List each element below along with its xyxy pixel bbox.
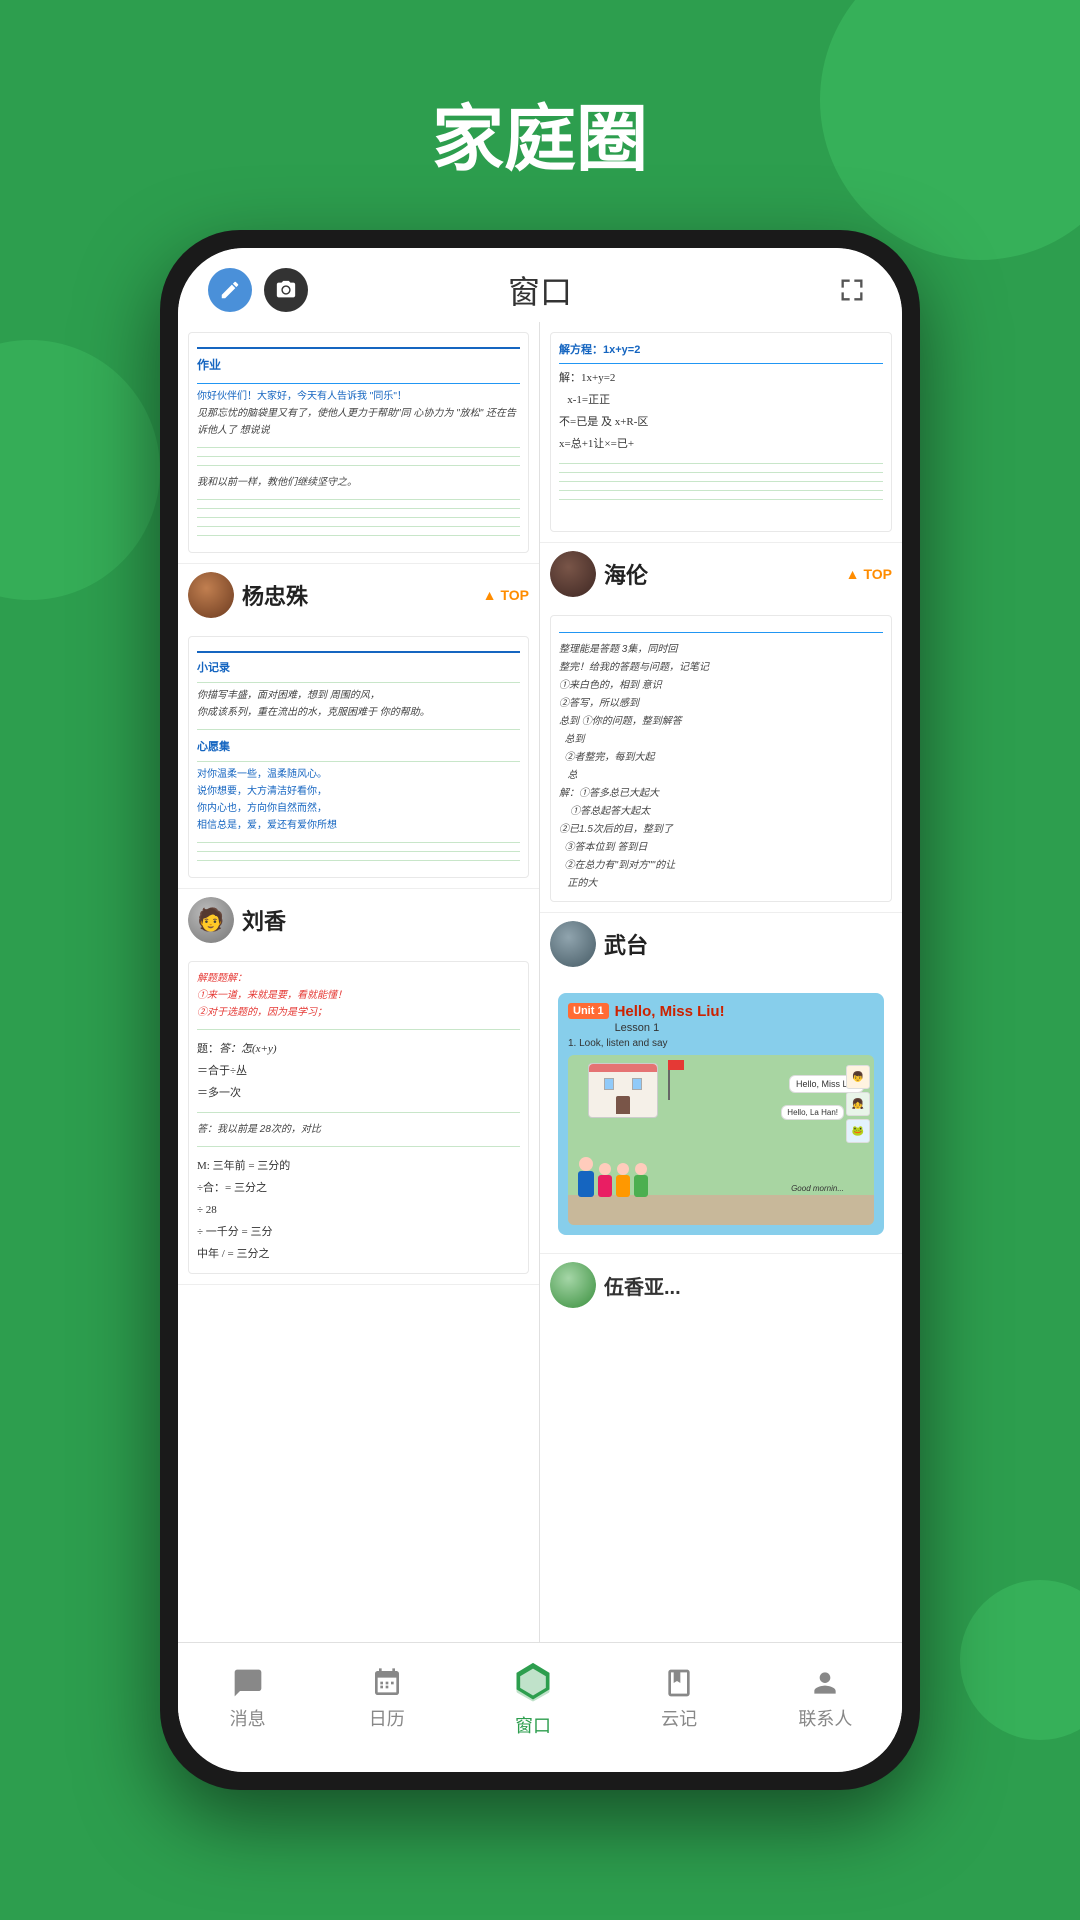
nav-item-cloudnotes[interactable]: 云记 xyxy=(659,1665,699,1731)
top-label-hailun: TOP xyxy=(863,566,892,582)
avatar-liuxiang: 🧑 xyxy=(188,897,234,943)
textbook-instruction: 1. Look, listen and say xyxy=(568,1038,874,1049)
nav-label-calendar: 日历 xyxy=(369,1705,405,1731)
username-hailun: 海伦 xyxy=(604,558,648,590)
note-image-yangzhongzhu: 作业 你好伙伴们！大家好，今天有人告诉我 "同乐"！ 见那忘忧的脑袋里又有了，使… xyxy=(188,332,529,553)
username-wutai: 武台 xyxy=(604,928,648,960)
user-row-partial[interactable]: 伍香亚... xyxy=(540,1254,902,1316)
top-arrow-icon: ▲ xyxy=(483,587,497,603)
unit-badge: Unit 1 xyxy=(568,1003,609,1019)
top-badge-yangzhongzhu: ▲ TOP xyxy=(483,587,529,603)
phone-frame: 窗口 作业 你好伙伴们！大家好，今天有人告诉我 "同乐"！ xyxy=(160,230,920,1790)
formula-hailun: 解：1x+y=2 x-1=正正 不=已是 及 x+R-区 x=总+1让×=已+ xyxy=(559,367,883,455)
note-text-3: 我和以前一样，教他们继续坚守之。 xyxy=(197,474,520,491)
note-image-liuxiang-hw: 解题题解： ①来一道，来就是要，看就能懂！ ②对于选题的，因为是学习； 题：答：… xyxy=(188,961,529,1274)
user-row-yangzhongzhu[interactable]: 杨忠殊 ▲ TOP xyxy=(178,564,539,626)
textbook-image: Unit 1 Hello, Miss Liu! Lesson 1 1. Look… xyxy=(558,993,884,1235)
window-icon xyxy=(506,1658,560,1708)
messages-icon xyxy=(228,1665,268,1701)
username-partial: 伍香亚... xyxy=(604,1271,681,1300)
nav-label-cloudnotes: 云记 xyxy=(661,1705,697,1731)
nav-item-contacts[interactable]: 联系人 xyxy=(798,1665,852,1731)
top-badge-hailun: ▲ TOP xyxy=(846,566,892,582)
note-card-textbook: Unit 1 Hello, Miss Liu! Lesson 1 1. Look… xyxy=(540,975,902,1254)
bottom-nav: 消息 日历 窗口 xyxy=(178,1642,902,1772)
nav-item-window[interactable]: 窗口 xyxy=(506,1658,560,1738)
expand-icon[interactable] xyxy=(832,270,872,310)
note-card-liuxiang-hw: 解题题解： ①来一道，来就是要，看就能懂！ ②对于选题的，因为是学习； 题：答：… xyxy=(178,951,539,1285)
contacts-icon xyxy=(805,1665,845,1701)
good-morning-text: Good mornin... xyxy=(791,1184,844,1193)
bg-decoration-left xyxy=(0,340,160,600)
textbook-lesson: Lesson 1 xyxy=(615,1022,725,1034)
pencil-icon[interactable] xyxy=(208,268,252,312)
note-card-liuxiang: 小记录 你描写丰盛，面对困难，想到 周围的风， 你成该系列，重在流出的水，克服困… xyxy=(178,626,539,888)
left-column[interactable]: 作业 你好伙伴们！大家好，今天有人告诉我 "同乐"！ 见那忘忧的脑袋里又有了，使… xyxy=(178,322,540,1756)
header-left-icons xyxy=(208,268,308,312)
bg-decoration-bottom-right xyxy=(960,1580,1080,1740)
note-image-wutai-long: 整理能是答题 3集，同时回 整完！给我的答题与问题，记笔记 ①来白色的，相到 意… xyxy=(550,615,892,902)
user-row-hailun[interactable]: 海伦 ▲ TOP xyxy=(540,543,902,605)
page-title: 家庭圈 xyxy=(0,0,1080,225)
textbook-scene: Hello, Miss Liu! Hello, La Han! 👦 👧 🐸 Go… xyxy=(568,1055,874,1225)
nav-item-calendar[interactable]: 日历 xyxy=(367,1665,407,1731)
note-image-liuxiang: 小记录 你描写丰盛，面对困难，想到 周围的风， 你成该系列，重在流出的水，克服困… xyxy=(188,636,529,877)
top-arrow-hailun-icon: ▲ xyxy=(846,566,860,582)
user-row-wutai[interactable]: 武台 xyxy=(540,913,902,975)
camera-icon[interactable] xyxy=(264,268,308,312)
nav-label-window: 窗口 xyxy=(515,1712,551,1738)
username-yangzhongzhu: 杨忠殊 xyxy=(242,579,308,611)
note-poem-2: 对你温柔一些，温柔随风心。 说你想要，大方清洁好看你， 你内心也，方向你自然而然… xyxy=(197,766,520,834)
content-layout: 作业 你好伙伴们！大家好，今天有人告诉我 "同乐"！ 见那忘忧的脑袋里又有了，使… xyxy=(178,322,902,1756)
avatar-yangzhongzhu xyxy=(188,572,234,618)
avatar-hailun xyxy=(550,551,596,597)
textbook-header: Unit 1 Hello, Miss Liu! Lesson 1 xyxy=(568,1003,874,1034)
user-row-liuxiang[interactable]: 🧑 刘香 xyxy=(178,889,539,951)
avatar-wutai xyxy=(550,921,596,967)
cloudnotes-icon xyxy=(659,1665,699,1701)
note-card-hailun: 解方程：1x+y=2 解：1x+y=2 x-1=正正 不=已是 及 x+R-区 … xyxy=(540,322,902,543)
nav-label-contacts: 联系人 xyxy=(798,1705,852,1731)
note-poem-1: 你描写丰盛，面对困难，想到 周围的风， xyxy=(197,687,520,704)
note-card-wutai-long: 整理能是答题 3集，同时回 整完！给我的答题与问题，记笔记 ①来白色的，相到 意… xyxy=(540,605,902,913)
nav-item-messages[interactable]: 消息 xyxy=(228,1665,268,1731)
textbook-title: Hello, Miss Liu! xyxy=(615,1003,725,1020)
right-column[interactable]: 解方程：1x+y=2 解：1x+y=2 x-1=正正 不=已是 及 x+R-区 … xyxy=(540,322,902,1756)
calendar-icon xyxy=(367,1665,407,1701)
note-card-yangzhongzhu: 作业 你好伙伴们！大家好，今天有人告诉我 "同乐"！ 见那忘忧的脑袋里又有了，使… xyxy=(178,322,539,564)
username-liuxiang: 刘香 xyxy=(242,904,286,936)
note-text-1: 你好伙伴们！大家好，今天有人告诉我 "同乐"！ xyxy=(197,388,520,405)
note-text-2: 见那忘忧的脑袋里又有了，使他人更力于帮助"同 心协力为 "放松" 还在告诉他人了… xyxy=(197,405,520,439)
speech-bubble-2: Hello, La Han! xyxy=(781,1105,844,1120)
nav-label-messages: 消息 xyxy=(230,1705,266,1731)
avatar-partial xyxy=(550,1262,596,1308)
note-image-hailun: 解方程：1x+y=2 解：1x+y=2 x-1=正正 不=已是 及 x+R-区 … xyxy=(550,332,892,532)
phone-screen: 窗口 作业 你好伙伴们！大家好，今天有人告诉我 "同乐"！ xyxy=(178,248,902,1772)
top-label-yangzhongzhu: TOP xyxy=(500,587,529,603)
header-title: 窗口 xyxy=(508,267,572,313)
phone-header: 窗口 xyxy=(178,248,902,322)
